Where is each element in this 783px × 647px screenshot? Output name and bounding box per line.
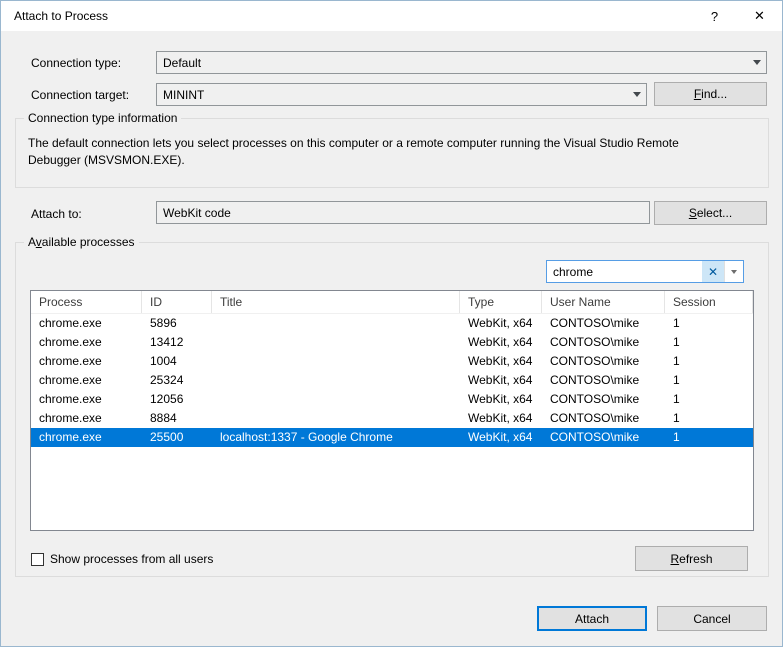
column-header-session[interactable]: Session <box>665 291 753 313</box>
cell-type: WebKit, x64 <box>460 428 542 447</box>
cell-id: 5896 <box>142 314 212 333</box>
connection-type-value: Default <box>157 56 201 70</box>
cell-username: CONTOSO\mike <box>542 409 665 428</box>
table-row[interactable]: chrome.exe 5896 WebKit, x64 CONTOSO\mike… <box>31 314 753 333</box>
chevron-down-icon <box>628 84 646 105</box>
process-filter-input[interactable]: chrome ✕ <box>546 260 744 283</box>
cell-process: chrome.exe <box>31 352 142 371</box>
cell-id: 1004 <box>142 352 212 371</box>
titlebar: Attach to Process ? ✕ <box>1 1 782 31</box>
cell-username: CONTOSO\mike <box>542 428 665 447</box>
column-header-process[interactable]: Process <box>31 291 142 313</box>
table-row[interactable]: chrome.exe 8884 WebKit, x64 CONTOSO\mike… <box>31 409 753 428</box>
cell-session: 1 <box>665 333 753 352</box>
attach-to-value: WebKit code <box>157 206 231 220</box>
cell-username: CONTOSO\mike <box>542 352 665 371</box>
cell-username: CONTOSO\mike <box>542 314 665 333</box>
cell-type: WebKit, x64 <box>460 371 542 390</box>
clear-icon: ✕ <box>708 265 718 279</box>
connection-target-label: Connection target: <box>31 88 129 102</box>
attach-to-label: Attach to: <box>31 207 82 221</box>
connection-type-label: Connection type: <box>31 56 121 70</box>
filter-dropdown-button[interactable] <box>724 261 743 282</box>
cell-session: 1 <box>665 390 753 409</box>
cell-username: CONTOSO\mike <box>542 333 665 352</box>
help-button[interactable]: ? <box>692 1 737 31</box>
attach-to-field[interactable]: WebKit code <box>156 201 650 224</box>
table-row[interactable]: chrome.exe 25500 localhost:1337 - Google… <box>31 428 753 447</box>
connection-info-text: The default connection lets you select p… <box>28 135 718 169</box>
checkbox-icon <box>31 553 44 566</box>
window-title: Attach to Process <box>14 9 108 23</box>
connection-info-group-title: Connection type information <box>24 111 181 125</box>
cell-username: CONTOSO\mike <box>542 390 665 409</box>
cell-username: CONTOSO\mike <box>542 371 665 390</box>
cell-process: chrome.exe <box>31 390 142 409</box>
chevron-down-icon <box>731 270 737 274</box>
find-button[interactable]: Find... <box>654 82 767 106</box>
table-row[interactable]: chrome.exe 13412 WebKit, x64 CONTOSO\mik… <box>31 333 753 352</box>
process-table: Process ID Title Type User Name Session … <box>30 290 754 531</box>
cell-session: 1 <box>665 371 753 390</box>
column-header-type[interactable]: Type <box>460 291 542 313</box>
cell-id: 12056 <box>142 390 212 409</box>
cell-session: 1 <box>665 409 753 428</box>
cell-type: WebKit, x64 <box>460 333 542 352</box>
cell-id: 8884 <box>142 409 212 428</box>
table-row[interactable]: chrome.exe 25324 WebKit, x64 CONTOSO\mik… <box>31 371 753 390</box>
cell-type: WebKit, x64 <box>460 352 542 371</box>
cell-id: 25324 <box>142 371 212 390</box>
attach-to-process-dialog: Attach to Process ? ✕ Connection type: D… <box>0 0 783 647</box>
select-button[interactable]: Select... <box>654 201 767 225</box>
chevron-down-icon <box>748 52 766 73</box>
cancel-button[interactable]: Cancel <box>657 606 767 631</box>
connection-info-group: Connection type information The default … <box>15 118 769 188</box>
refresh-button[interactable]: Refresh <box>635 546 748 571</box>
cell-session: 1 <box>665 428 753 447</box>
clear-filter-button[interactable]: ✕ <box>702 261 724 282</box>
cell-type: WebKit, x64 <box>460 390 542 409</box>
table-row[interactable]: chrome.exe 12056 WebKit, x64 CONTOSO\mik… <box>31 390 753 409</box>
process-list: chrome.exe 5896 WebKit, x64 CONTOSO\mike… <box>31 314 753 447</box>
cell-process: chrome.exe <box>31 371 142 390</box>
show-all-users-label: Show processes from all users <box>50 552 213 566</box>
cell-id: 25500 <box>142 428 212 447</box>
cell-type: WebKit, x64 <box>460 409 542 428</box>
cell-session: 1 <box>665 352 753 371</box>
cell-id: 13412 <box>142 333 212 352</box>
process-table-header: Process ID Title Type User Name Session <box>31 291 753 314</box>
close-button[interactable]: ✕ <box>737 1 782 31</box>
cell-title: localhost:1337 - Google Chrome <box>212 428 460 447</box>
cell-process: chrome.exe <box>31 333 142 352</box>
process-filter-value: chrome <box>547 265 702 279</box>
connection-type-select[interactable]: Default <box>156 51 767 74</box>
connection-target-combo[interactable]: MININT <box>156 83 647 106</box>
table-row[interactable]: chrome.exe 1004 WebKit, x64 CONTOSO\mike… <box>31 352 753 371</box>
help-icon: ? <box>711 9 718 24</box>
cell-session: 1 <box>665 314 753 333</box>
cell-process: chrome.exe <box>31 409 142 428</box>
attach-button[interactable]: Attach <box>537 606 647 631</box>
column-header-id[interactable]: ID <box>142 291 212 313</box>
show-all-users-checkbox[interactable]: Show processes from all users <box>31 552 213 566</box>
cell-process: chrome.exe <box>31 428 142 447</box>
column-header-title[interactable]: Title <box>212 291 460 313</box>
cell-type: WebKit, x64 <box>460 314 542 333</box>
available-processes-title: Available processes <box>24 235 139 249</box>
close-icon: ✕ <box>754 8 765 24</box>
column-header-username[interactable]: User Name <box>542 291 665 313</box>
cell-process: chrome.exe <box>31 314 142 333</box>
connection-target-value: MININT <box>157 88 204 102</box>
